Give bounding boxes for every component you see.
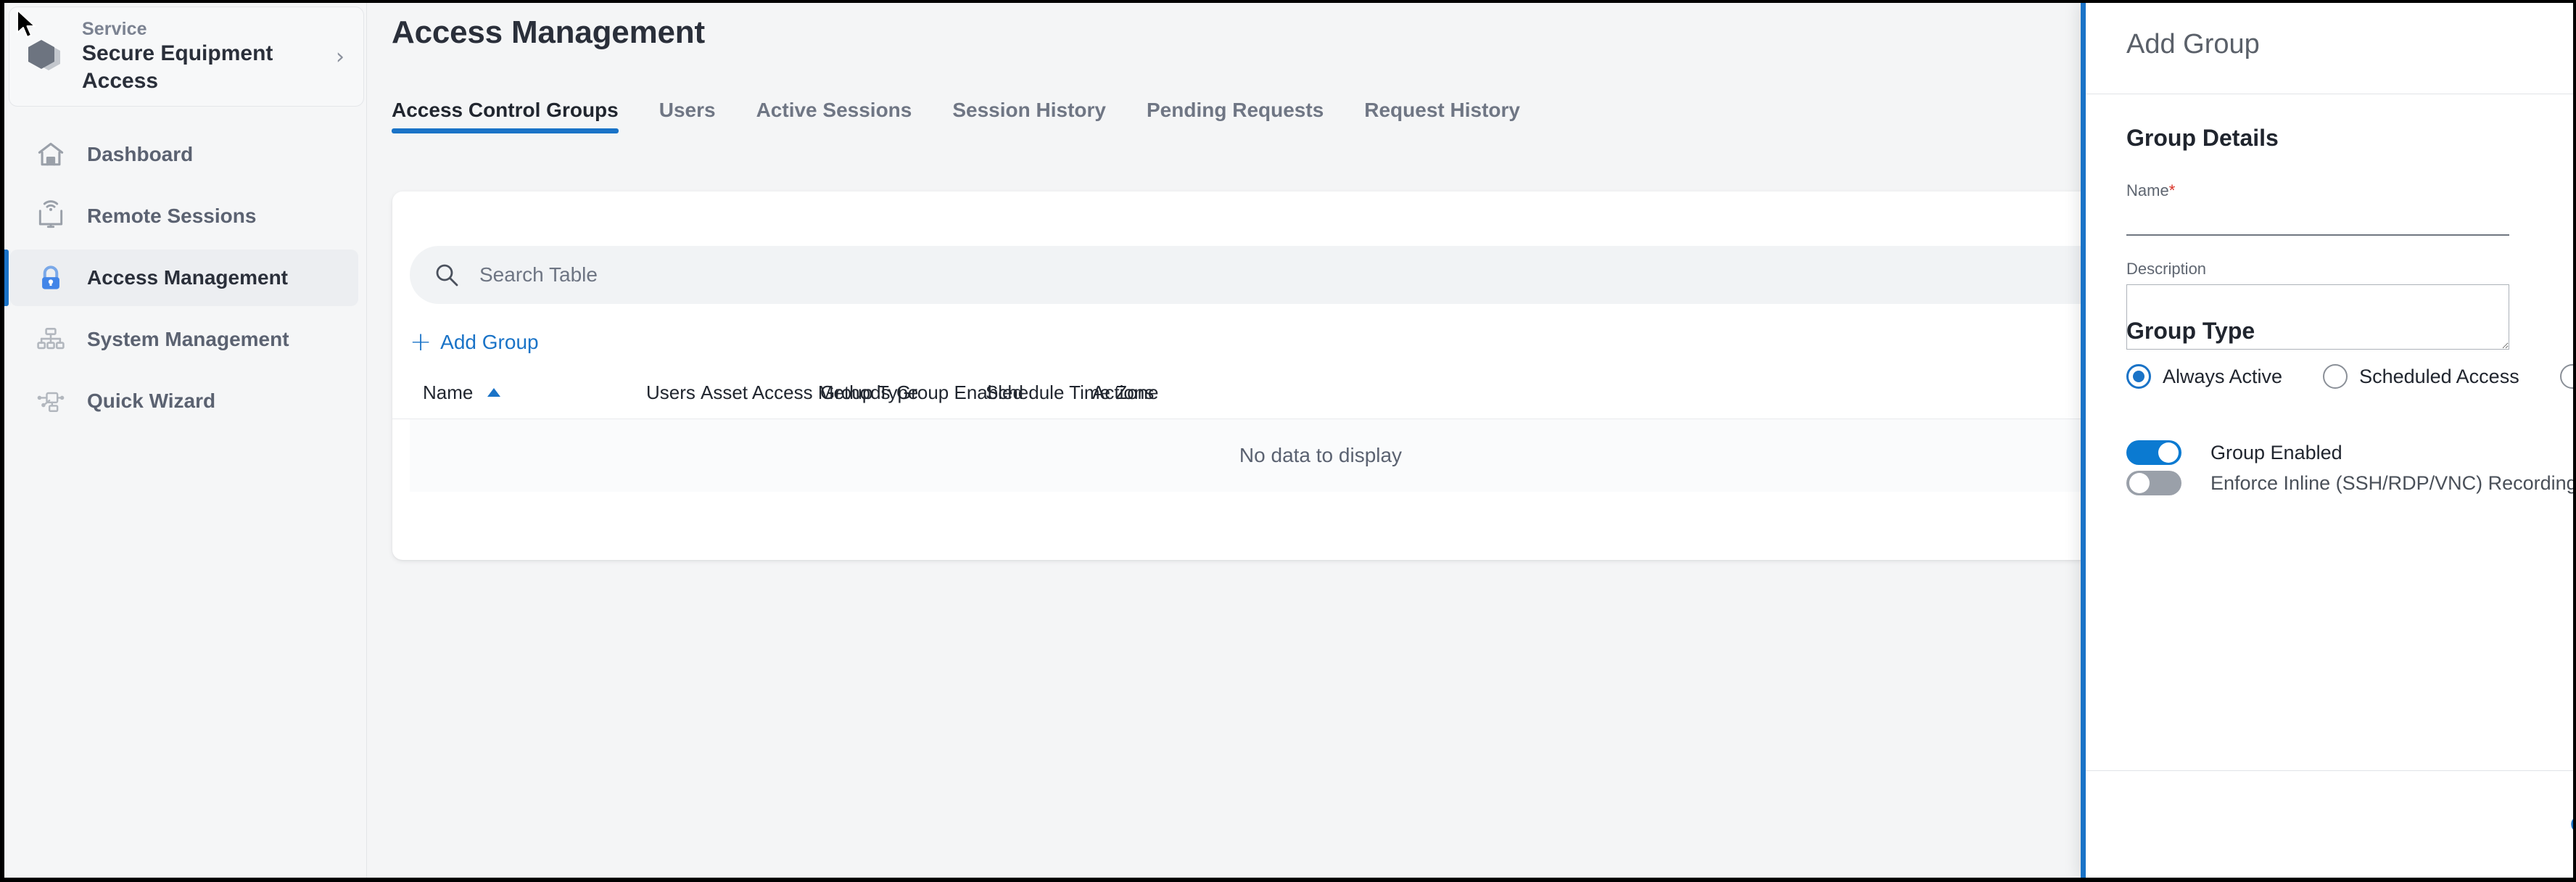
radio-request-access[interactable]: Request Access — [2559, 364, 2573, 389]
add-group-panel: Add Group Group Details Name* Descriptio… — [2081, 3, 2573, 878]
add-group-link[interactable]: + Add Group — [410, 327, 539, 357]
tab-active-sessions[interactable]: Active Sessions — [756, 99, 912, 133]
radio-label: Scheduled Access — [2359, 365, 2519, 387]
service-selector-card[interactable]: Service Secure Equipment Access › — [9, 7, 364, 107]
empty-state-message: No data to display — [1239, 444, 1403, 466]
tab-request-history[interactable]: Request History — [1364, 99, 1520, 133]
toggle-switch-on-icon[interactable] — [2126, 440, 2181, 465]
toggle-row-enforce-recording[interactable]: Enforce Inline (SSH/RDP/VNC) Recording — [2126, 471, 2573, 495]
service-name-line2: Access — [82, 69, 159, 93]
panel-footer: Cancel Add Group — [2086, 770, 2573, 878]
required-marker: * — [2168, 181, 2176, 199]
cancel-button[interactable]: Cancel — [2570, 813, 2573, 836]
sidebar-item-access-management[interactable]: Access Management — [10, 250, 358, 306]
column-header-actions[interactable]: Actions — [1092, 382, 1154, 404]
tab-bar: Access Control Groups Users Active Sessi… — [392, 99, 1561, 141]
org-chart-icon — [33, 322, 68, 357]
tab-users[interactable]: Users — [659, 99, 716, 133]
active-nav-indicator — [4, 250, 9, 306]
group-type-radio-group: Always Active Scheduled Access Request A… — [2126, 364, 2573, 389]
sidebar-item-label: Remote Sessions — [87, 205, 257, 227]
sidebar-item-dashboard[interactable]: Dashboard — [10, 126, 358, 183]
home-icon — [33, 137, 68, 172]
name-input[interactable] — [2126, 205, 2509, 236]
add-group-link-label: Add Group — [440, 331, 539, 353]
sidebar-item-system-management[interactable]: System Management — [10, 311, 358, 368]
chevron-right-icon: › — [336, 44, 344, 70]
sidebar-item-label: Access Management — [87, 266, 289, 289]
column-header-name[interactable]: Name — [423, 382, 500, 404]
radio-always-active[interactable]: Always Active — [2126, 364, 2282, 389]
panel-title: Add Group — [2126, 29, 2260, 59]
description-field-label: Description — [2126, 260, 2207, 278]
sidebar-item-label: Dashboard — [87, 143, 194, 165]
nodes-icon — [33, 384, 68, 419]
sidebar-item-label: System Management — [87, 328, 289, 350]
sidebar-item-remote-sessions[interactable]: Remote Sessions — [10, 188, 358, 244]
access-control-groups-card: + Add Group Name Users Asset Access Meth… — [392, 191, 2249, 560]
service-text-block: Service Secure Equipment Access — [82, 18, 331, 95]
toggle-label: Enforce Inline (SSH/RDP/VNC) Recording — [2210, 471, 2573, 494]
mouse-cursor — [15, 9, 40, 42]
plus-icon: + — [410, 327, 432, 357]
main-content-area: Access Management Access Control Groups … — [368, 3, 2573, 878]
page-title: Access Management — [392, 15, 705, 50]
sidebar-item-label: Quick Wizard — [87, 390, 216, 412]
toggle-switch-off-icon[interactable] — [2126, 471, 2181, 495]
toggle-label: Group Enabled — [2210, 441, 2342, 463]
lock-icon — [33, 260, 68, 295]
sort-ascending-icon — [487, 388, 500, 397]
search-bar[interactable] — [410, 246, 2230, 304]
tab-access-control-groups[interactable]: Access Control Groups — [392, 99, 619, 133]
tab-session-history[interactable]: Session History — [952, 99, 1106, 133]
monitor-wifi-icon — [33, 199, 68, 234]
column-header-users[interactable]: Users — [646, 382, 695, 404]
name-field-label: Name* — [2126, 181, 2176, 199]
toggle-row-group-enabled[interactable]: Group Enabled — [2126, 440, 2342, 465]
radio-label: Always Active — [2163, 365, 2283, 387]
sidebar-navigation: Service Secure Equipment Access › Dashbo… — [4, 3, 367, 878]
search-input[interactable] — [479, 263, 1350, 287]
hexagon-stack-icon — [27, 37, 69, 76]
panel-header: Add Group — [2086, 3, 2573, 94]
section-title-group-details: Group Details — [2126, 125, 2279, 151]
panel-body: Group Details Name* Description Group Ty… — [2086, 94, 2573, 770]
radio-unselected-icon — [2323, 364, 2348, 389]
application-window: Service Secure Equipment Access › Dashbo… — [4, 3, 2573, 878]
search-icon — [433, 261, 461, 289]
sidebar-item-quick-wizard[interactable]: Quick Wizard — [10, 373, 358, 429]
radio-unselected-icon — [2559, 364, 2573, 389]
tab-pending-requests[interactable]: Pending Requests — [1147, 99, 1324, 133]
radio-scheduled-access[interactable]: Scheduled Access — [2323, 364, 2519, 389]
service-name-line1: Secure Equipment — [82, 41, 273, 65]
table-empty-state: No data to display — [410, 419, 2232, 492]
service-eyebrow: Service — [82, 19, 147, 39]
table-header-row: Name Users Asset Access Methods Group Ty… — [392, 374, 2249, 419]
section-title-group-type: Group Type — [2126, 318, 2255, 344]
radio-selected-icon — [2126, 364, 2151, 389]
